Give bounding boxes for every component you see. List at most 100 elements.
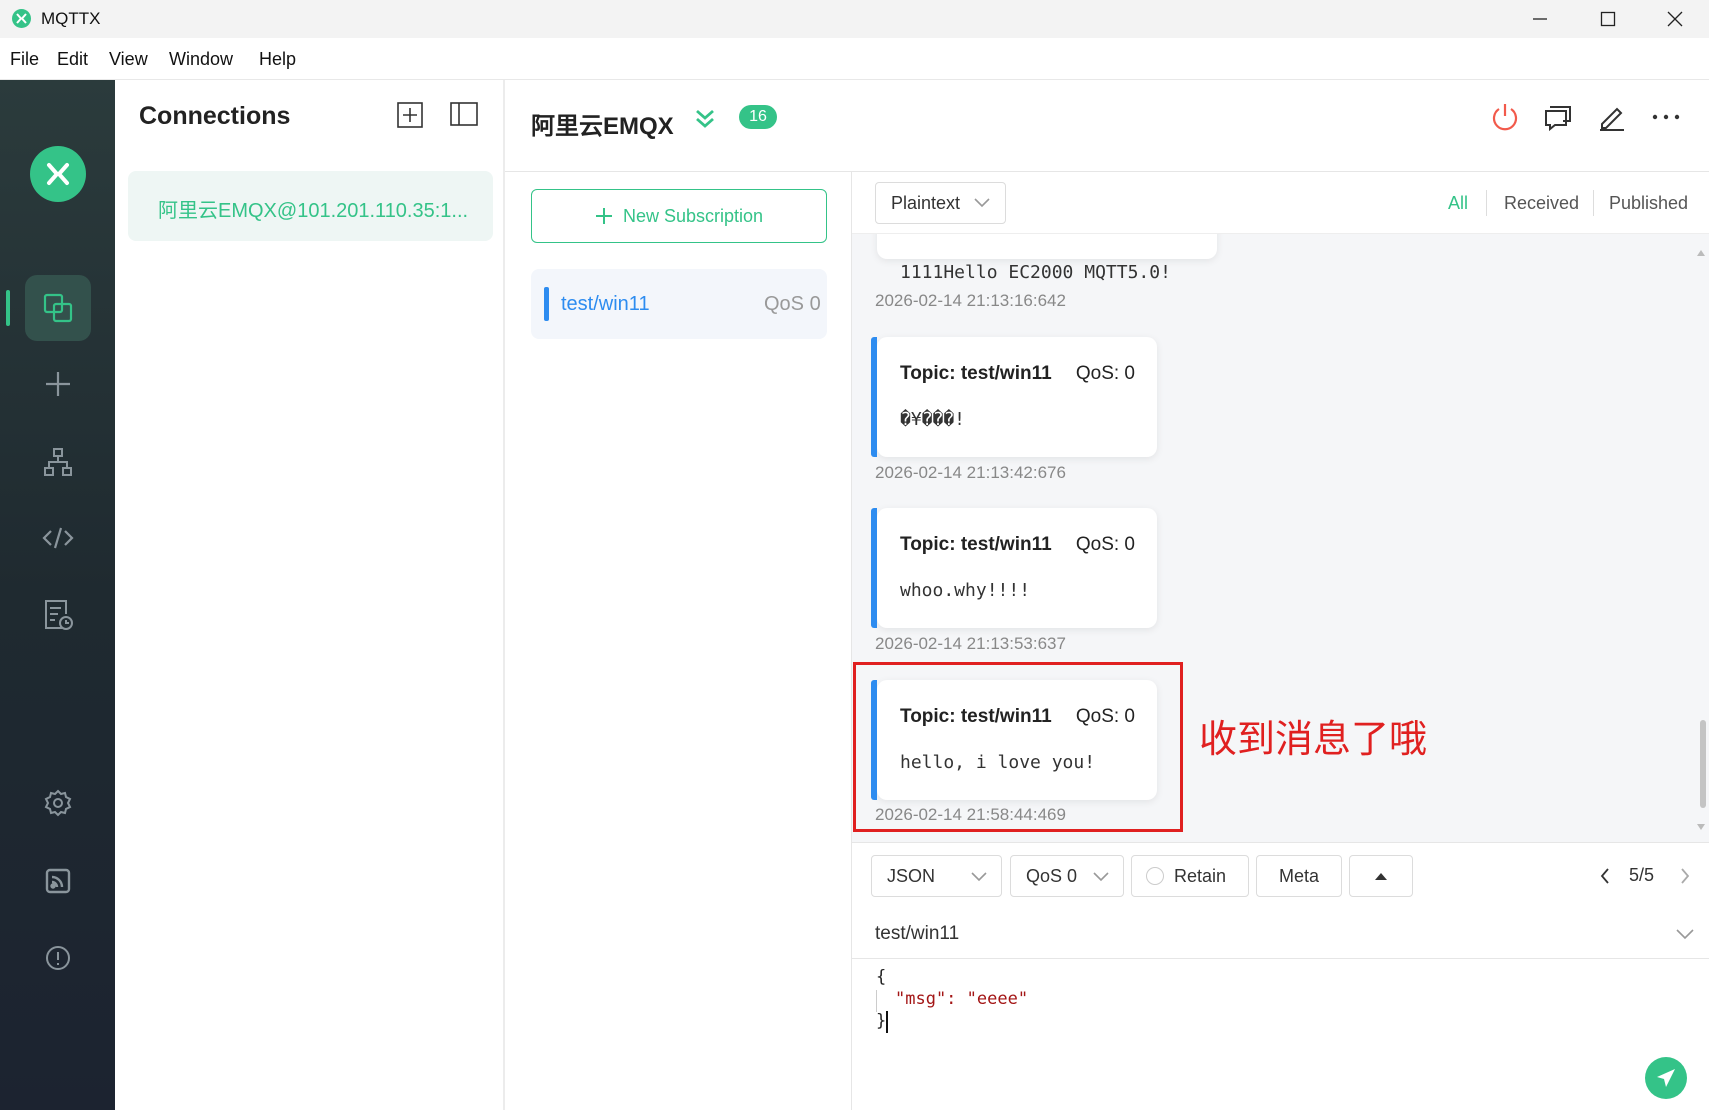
code-line: } (876, 1011, 887, 1031)
payload-format-select[interactable]: Plaintext (875, 182, 1006, 224)
subscription-item[interactable]: test/win11 QoS 0 (531, 269, 827, 339)
subscription-qos: QoS 0 (764, 293, 821, 315)
plus-icon (595, 208, 612, 224)
connections-icon[interactable] (25, 275, 91, 341)
script-code-icon[interactable] (25, 505, 91, 571)
publish-format-value: JSON (887, 865, 936, 886)
message-card: Topic: test/win11 QoS: 0 �¥���! (871, 337, 1157, 457)
filter-all[interactable]: All (1448, 193, 1468, 214)
subscriptions-panel: New Subscription test/win11 QoS 0 (505, 172, 852, 1110)
collapse-chevrons-icon[interactable] (693, 106, 717, 130)
active-indicator (6, 290, 10, 326)
code-line: "msg": "eeee" (895, 989, 1029, 1009)
toggle-panel-icon[interactable] (450, 102, 478, 128)
message-payload: �¥���! (900, 409, 966, 430)
message-qos: QoS: 0 (1075, 534, 1135, 555)
connections-panel: Connections 阿里云EMQX@101.201.110.35:1... (115, 80, 505, 1110)
new-connection-icon[interactable] (25, 351, 91, 417)
disconnect-power-icon[interactable] (1490, 102, 1520, 132)
retain-radio-icon (1146, 867, 1164, 885)
retain-label: Retain (1174, 865, 1227, 886)
log-icon[interactable] (25, 582, 91, 648)
chevron-down-icon (971, 872, 987, 882)
divider (1593, 190, 1594, 216)
connections-heading: Connections (139, 102, 291, 130)
annotation-text: 收到消息了哦 (1199, 717, 1428, 761)
window-title: MQTTX (41, 9, 101, 28)
mqttx-logo-icon (30, 146, 86, 202)
menu-view[interactable]: View (109, 49, 148, 70)
meta-button[interactable]: Meta (1256, 855, 1342, 897)
send-button[interactable] (1645, 1057, 1687, 1099)
connection-item-label: 阿里云EMQX@101.201.110.35:1... (158, 200, 469, 222)
menu-help[interactable]: Help (259, 49, 296, 70)
message-topic: Topic: test/win11 (900, 363, 1052, 384)
new-folder-plus-icon[interactable] (397, 102, 423, 128)
divider (1486, 190, 1487, 216)
publish-qos-select[interactable]: QoS 0 (1010, 855, 1124, 897)
message-color-bar (871, 508, 877, 628)
settings-gear-icon[interactable] (25, 770, 91, 836)
message-payload: whoo.why!!!! (900, 580, 1031, 601)
title-bar: MQTTX (0, 0, 1709, 38)
filter-received[interactable]: Received (1504, 193, 1579, 214)
connection-name: 阿里云EMQX (531, 113, 674, 140)
payload-format-value: Plaintext (891, 192, 961, 213)
page-indicator: 5/5 (1629, 865, 1655, 885)
retain-checkbox[interactable]: Retain (1131, 855, 1249, 897)
sidebar (0, 80, 115, 1110)
chevron-down-icon (974, 198, 990, 208)
subscription-topic: test/win11 (561, 293, 650, 315)
minimize-button[interactable] (1506, 0, 1574, 38)
topology-icon[interactable] (25, 429, 91, 495)
expand-up-button[interactable] (1349, 855, 1413, 897)
maximize-button[interactable] (1574, 0, 1642, 38)
chevron-down-icon[interactable] (1676, 929, 1694, 940)
scrollbar-thumb[interactable] (1700, 720, 1706, 808)
publish-panel: JSON QoS 0 Retain Meta 5/5 test/win11 { … (852, 842, 1709, 1110)
indent-guide (876, 990, 877, 1012)
edit-pencil-icon[interactable] (1597, 102, 1627, 132)
code-line: { (876, 967, 887, 987)
filter-published[interactable]: Published (1609, 193, 1688, 214)
publish-topic-input[interactable]: test/win11 (852, 909, 1709, 959)
app-logo-icon (12, 9, 31, 28)
next-page-icon[interactable] (1680, 868, 1690, 884)
send-paper-plane-icon (1657, 1069, 1675, 1087)
about-info-icon[interactable] (25, 925, 91, 991)
scroll-down-arrow[interactable] (1697, 824, 1705, 830)
publish-format-select[interactable]: JSON (871, 855, 1002, 897)
message-color-bar (871, 337, 877, 457)
connection-item[interactable]: 阿里云EMQX@101.201.110.35:1... (128, 171, 493, 241)
message-time: 2026-02-14 21:13:53:637 (875, 634, 1066, 653)
subscription-color-bar (544, 287, 549, 321)
menu-file[interactable]: File (10, 49, 39, 70)
text-cursor (886, 1011, 888, 1033)
caret-up-icon (1375, 873, 1387, 880)
message-list[interactable]: 1111Hello EC2000 MQTT5.0! 2026-02-14 21:… (852, 172, 1709, 842)
publish-qos-value: QoS 0 (1026, 865, 1078, 886)
publish-topic-value: test/win11 (875, 923, 960, 944)
feed-rss-icon[interactable] (25, 848, 91, 914)
previous-page-icon[interactable] (1600, 868, 1610, 884)
menu-edit[interactable]: Edit (57, 49, 88, 70)
meta-label: Meta (1278, 865, 1320, 886)
message-time: 2026-02-14 21:13:42:676 (875, 463, 1066, 482)
new-subscription-button[interactable]: New Subscription (531, 189, 827, 243)
highlight-box (853, 662, 1183, 832)
more-options-icon[interactable] (1651, 102, 1681, 132)
connection-badge: 16 (739, 105, 777, 129)
chat-window-icon[interactable] (1543, 102, 1573, 132)
scroll-up-arrow[interactable] (1697, 250, 1705, 256)
new-subscription-label: New Subscription (622, 205, 764, 226)
chevron-down-icon (1093, 872, 1109, 882)
message-toolbar: Plaintext All Received Published (852, 172, 1709, 234)
message-card: Topic: test/win11 QoS: 0 whoo.why!!!! (871, 508, 1157, 628)
close-button[interactable] (1641, 0, 1709, 38)
message-payload: 1111Hello EC2000 MQTT5.0! (900, 262, 1171, 283)
payload-editor[interactable]: { "msg": "eeee" } (876, 967, 1676, 1067)
message-time: 2026-02-14 21:13:16:642 (875, 291, 1066, 310)
message-qos: QoS: 0 (1075, 363, 1135, 384)
menu-bar: File Edit View Window Help (0, 38, 1709, 80)
menu-window[interactable]: Window (169, 49, 233, 70)
